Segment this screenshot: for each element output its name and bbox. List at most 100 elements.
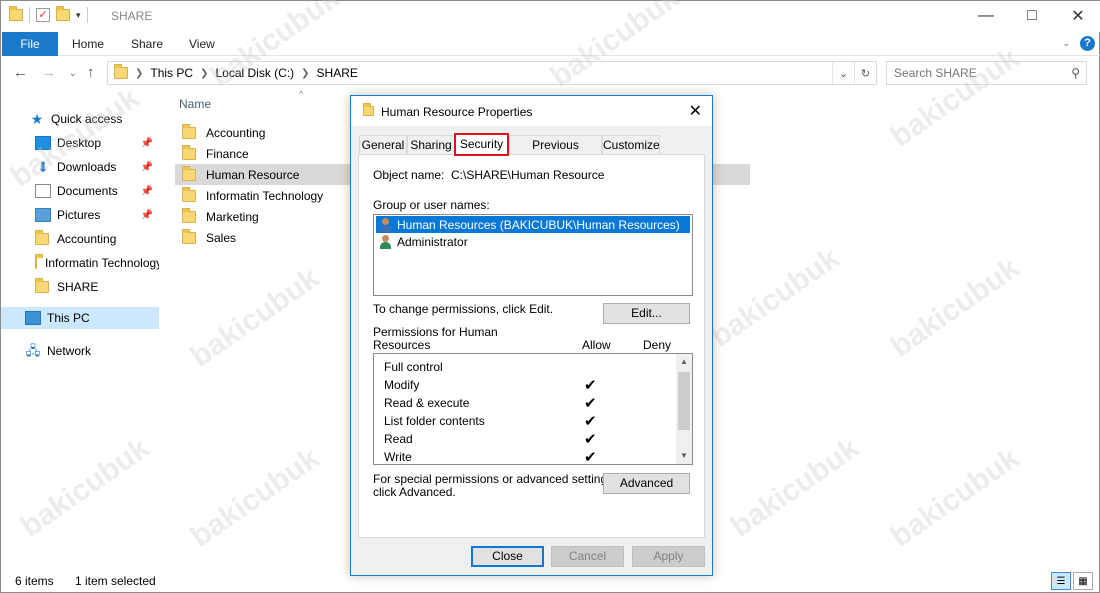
sidebar-item-label: This PC <box>47 311 90 325</box>
allow-column-header: Allow <box>582 338 611 352</box>
chevron-right-icon[interactable]: ❯ <box>135 68 143 79</box>
tab-security[interactable]: Security <box>454 133 509 156</box>
selection-count: 1 item selected <box>75 574 156 588</box>
pin-icon[interactable]: 📌 <box>141 138 153 149</box>
expand-ribbon-icon[interactable]: ⌄ <box>1062 38 1070 49</box>
pin-icon[interactable]: 📌 <box>141 210 153 221</box>
watermark-text: bakicubuk <box>724 431 866 544</box>
maximize-button[interactable]: □ <box>1009 1 1055 31</box>
divider <box>86 7 88 23</box>
special-permissions-text: For special permissions or advanced sett… <box>373 472 617 486</box>
ribbon-tabs: File Home Share View ⌄ ? <box>1 32 1100 56</box>
sidebar-item-pictures[interactable]: Pictures 📌 <box>1 204 159 226</box>
address-controls: ⌄ ↻ <box>832 62 876 84</box>
search-input[interactable]: Search SHARE ⚲ <box>886 61 1087 85</box>
chevron-right-icon[interactable]: ❯ <box>200 68 208 79</box>
breadcrumb-this-pc[interactable]: This PC <box>150 66 193 80</box>
tab-customize[interactable]: Customize <box>602 135 660 155</box>
sidebar-item-label: Pictures <box>57 208 101 222</box>
file-name: Marketing <box>206 209 259 224</box>
tab-home[interactable]: Home <box>72 32 104 56</box>
dialog-close-icon[interactable]: ✕ <box>689 101 702 121</box>
column-header-name[interactable]: Name <box>179 97 211 111</box>
address-bar[interactable]: ❯ This PC ❯ Local Disk (C:) ❯ SHARE ⌄ ↻ <box>107 61 877 85</box>
new-folder-icon[interactable] <box>56 6 70 21</box>
properties-icon[interactable]: ✓ <box>36 8 50 22</box>
apply-button[interactable]: Apply <box>632 546 705 567</box>
pin-icon[interactable]: 📌 <box>141 186 153 197</box>
pin-icon[interactable]: 📌 <box>141 162 153 173</box>
help-icon[interactable]: ? <box>1080 36 1095 51</box>
quick-access-toolbar: ✓ ▾ <box>9 6 88 23</box>
permission-name: Read <box>384 432 413 446</box>
close-button[interactable]: Close <box>471 546 544 567</box>
tab-view[interactable]: View <box>189 32 215 56</box>
folder-icon <box>182 186 196 202</box>
customize-toolbar-icon[interactable]: ▾ <box>76 10 81 21</box>
details-view-icon[interactable]: ☰ <box>1051 572 1071 590</box>
allow-check-icon: ✔ <box>584 449 597 465</box>
scroll-down-icon[interactable]: ▼ <box>676 448 692 464</box>
breadcrumb-local-disk[interactable]: Local Disk (C:) <box>215 66 294 80</box>
forward-arrow-icon[interactable]: → <box>41 64 56 81</box>
change-permissions-text: To change permissions, click Edit. <box>373 302 554 316</box>
sidebar-item-label: Downloads <box>57 160 117 174</box>
large-icons-view-icon[interactable]: ▦ <box>1073 572 1093 590</box>
sidebar-item-this-pc[interactable]: This PC <box>1 307 159 329</box>
sidebar-item-label: Documents <box>57 184 118 198</box>
object-name-value: C:\SHARE\Human Resource <box>451 168 605 182</box>
up-arrow-icon[interactable]: ↑ <box>87 64 95 81</box>
scrollbar-thumb[interactable] <box>678 372 690 430</box>
permission-row: Modify ✔ <box>384 376 674 394</box>
back-arrow-icon[interactable]: ← <box>13 64 28 81</box>
documents-icon <box>35 184 51 198</box>
sidebar-item-accounting[interactable]: Accounting <box>1 228 159 250</box>
edit-button[interactable]: Edit... <box>603 303 690 324</box>
permission-row: Read ✔ <box>384 430 674 448</box>
sidebar-item-desktop[interactable]: Desktop 📌 <box>1 132 159 154</box>
tab-share[interactable]: Share <box>131 32 163 56</box>
user-list-item[interactable]: Administrator <box>376 233 690 250</box>
sidebar-item-label: Quick access <box>51 112 123 126</box>
permission-row: Write ✔ <box>384 448 674 465</box>
tab-general[interactable]: General <box>359 135 407 155</box>
chevron-right-icon[interactable]: ❯ <box>301 68 309 79</box>
breadcrumb-share[interactable]: SHARE <box>317 66 358 80</box>
user-icon <box>378 234 394 249</box>
sidebar-item-network[interactable]: 🖧 Network <box>1 340 159 362</box>
minimize-button[interactable]: — <box>963 1 1009 31</box>
cancel-button[interactable]: Cancel <box>551 546 624 567</box>
folder-icon <box>35 278 49 293</box>
permissions-list: Full control Modify ✔ Read & execute ✔ L… <box>373 353 693 465</box>
sidebar-item-informatin-technology[interactable]: Informatin Technology <box>1 252 159 274</box>
permissions-scrollbar[interactable]: ▲ ▼ <box>676 354 692 464</box>
refresh-icon[interactable]: ↻ <box>854 62 876 84</box>
tab-previous-versions[interactable]: Previous Versions <box>509 135 602 170</box>
sidebar-item-share[interactable]: SHARE <box>1 276 159 298</box>
folder-icon <box>9 6 23 21</box>
window-controls: — □ ✕ <box>963 1 1100 31</box>
tab-sharing[interactable]: Sharing <box>407 135 455 155</box>
user-list[interactable]: Human Resources (BAKICUBUK\Human Resourc… <box>373 214 693 296</box>
advanced-button[interactable]: Advanced <box>603 473 690 494</box>
close-button[interactable]: ✕ <box>1055 1 1100 31</box>
explorer-window: ✓ ▾ SHARE — □ ✕ File Home Share View ⌄ ?… <box>0 0 1100 593</box>
recent-locations-icon[interactable]: ⌄ <box>69 68 77 79</box>
navigation-pane: ★ Quick access Desktop 📌 ⬇ Downloads 📌 D… <box>1 101 159 561</box>
dialog-title: Human Resource Properties <box>381 105 533 119</box>
tab-file[interactable]: File <box>2 32 58 56</box>
sidebar-item-documents[interactable]: Documents 📌 <box>1 180 159 202</box>
scroll-up-icon[interactable]: ▲ <box>676 354 692 370</box>
permission-row: Read & execute ✔ <box>384 394 674 412</box>
address-dropdown-icon[interactable]: ⌄ <box>832 62 854 84</box>
allow-check-icon: ✔ <box>584 413 597 430</box>
download-icon: ⬇ <box>37 159 49 175</box>
sidebar-item-downloads[interactable]: ⬇ Downloads 📌 <box>1 156 159 178</box>
folder-icon <box>182 228 196 244</box>
user-list-item-selected[interactable]: Human Resources (BAKICUBUK\Human Resourc… <box>376 216 690 233</box>
sidebar-item-quick-access[interactable]: ★ Quick access <box>1 108 159 130</box>
navigation-bar: ← → ⌄ ↑ ❯ This PC ❯ Local Disk (C:) ❯ SH… <box>1 57 1100 89</box>
watermark-text: bakicubuk <box>184 441 326 554</box>
permissions-label: Permissions for Human <box>373 325 498 339</box>
permission-name: List folder contents <box>384 414 485 428</box>
